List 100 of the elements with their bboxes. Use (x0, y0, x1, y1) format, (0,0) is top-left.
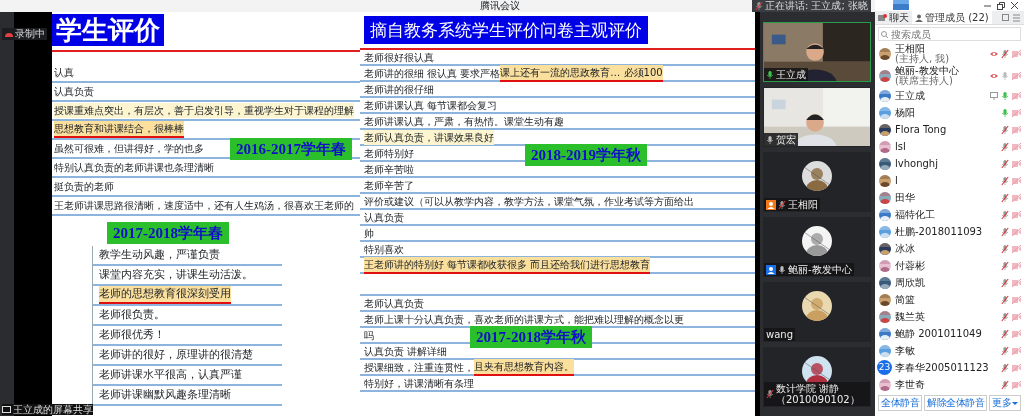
comment-text: 特别喜欢 (364, 242, 404, 257)
panel-tab[interactable]: 管理成员 (22) (912, 11, 992, 24)
comment-text: 老师讲的很细 很认真 要求严格 (364, 66, 501, 81)
comment-text: 老师讲课幽默风趣条理清晰 (99, 386, 231, 403)
avatar: 23 (877, 360, 892, 375)
participant-row[interactable]: 李敏 (879, 342, 1021, 359)
term-label: 2017-2018学年秋 (470, 326, 592, 348)
video-tile[interactable]: 王相阳 (763, 152, 871, 212)
participant-name: 王相阳 (895, 44, 926, 54)
participant-row[interactable]: 田华 (879, 189, 1021, 206)
participant-name: 王立成 (895, 90, 925, 101)
participant-row[interactable]: 简篮 (879, 291, 1021, 308)
video-tile[interactable]: 贺宏 (763, 87, 871, 147)
participant-name: lvhonghj (895, 158, 938, 169)
participant-row[interactable]: 23 李春华2005011123 (879, 359, 1021, 376)
participant-row[interactable]: 付蓉彬 (879, 257, 1021, 274)
comment-text: 老师很优秀！ (99, 326, 165, 343)
camera-off-icon (1012, 312, 1021, 321)
window-title: 腾讯会议 (480, 0, 520, 12)
comment-text: 授课重难点突出，有层次，善于启发引导，重视学生对于课程的理解 (54, 103, 354, 118)
participant-row[interactable]: 王立成 (879, 87, 1021, 104)
comment-text: 老师讲课水平很高，认真严谨 (99, 366, 242, 383)
comment-text: 教学生动风趣，严谨负责 (99, 246, 220, 263)
menu-icon (1013, 13, 1020, 22)
participant-role: (主持人, 我) (895, 54, 950, 64)
participant-row[interactable]: 鲍静 2001011049 (879, 325, 1021, 342)
participant-role: (联席主持人) (895, 76, 954, 86)
participant-name: 福特化工 (895, 209, 935, 220)
video-tile[interactable]: 王立成 (763, 22, 871, 82)
participant-name: 简篮 (895, 294, 915, 305)
participant-name: 王相阳 (788, 199, 818, 210)
comment-text: 老师认真负责 (364, 296, 424, 311)
participant-row[interactable]: 鲍丽-教发中心 (联席主持人) (879, 65, 1021, 87)
cloud-icon (4, 30, 14, 38)
participant-row[interactable]: lsl (879, 138, 1021, 155)
comment-text: 老师辛苦啦 (364, 162, 414, 177)
comment-text: 帅 (364, 226, 374, 241)
panel-button[interactable]: 解除全体静音 (924, 395, 987, 411)
share-label: 王立成的屏幕共享 (13, 404, 93, 415)
camera-off-icon (1012, 329, 1021, 338)
panel-tab[interactable]: 聊天 (875, 11, 912, 24)
participant-row[interactable]: 李世奇 (879, 376, 1021, 393)
camera-off-icon (1012, 363, 1021, 372)
participant-name: 李世奇 (895, 379, 925, 390)
comment-text: 认真 (54, 66, 74, 80)
participant-name: 魏兰英 (895, 311, 925, 322)
participant-name: 鲍静 2001011049 (895, 328, 982, 339)
participant-row[interactable]: 冰冰 (879, 240, 1021, 257)
participant-row[interactable]: 杨阳 (879, 104, 1021, 121)
term-label: 2018-2019学年秋 (525, 144, 647, 166)
comment-text: 王老师讲课思路很清晰，速度适中，还有人生鸡汤，很喜欢王老师的 (54, 199, 354, 213)
camera-off-icon (1012, 72, 1021, 80)
comment-text: 老师上课十分认真负责，喜欢老师的讲课方式，能把难以理解的概念以更 (364, 312, 684, 327)
slide-title: 学生评价 (52, 14, 164, 46)
participant-name: Flora Tong (895, 124, 947, 135)
participant-name: 李春华2005011123 (895, 362, 989, 373)
participant-row[interactable]: 福特化工 (879, 206, 1021, 223)
camera-off-icon (1012, 142, 1021, 151)
term-label: 2016-2017学年春 (230, 138, 352, 160)
participant-row[interactable]: 魏兰英 (879, 308, 1021, 325)
screen-icon (2, 405, 11, 414)
participant-row[interactable]: lvhonghj (879, 155, 1021, 172)
participant-row[interactable]: 周欣凯 (879, 274, 1021, 291)
participant-name: 冰冰 (895, 243, 915, 254)
video-tile[interactable]: wang (763, 282, 871, 342)
comment-text: 老师很好很认真 (364, 50, 434, 65)
camera-off-icon (1012, 159, 1021, 168)
comment-text: 挺负责的老师 (54, 180, 114, 194)
close-icon (1011, 2, 1018, 9)
person-icon (915, 13, 923, 22)
video-tile[interactable]: 鲍丽-教发中心 (763, 217, 871, 277)
video-tile[interactable]: 数计学院 谢静（2010090102） (763, 347, 871, 407)
slide-title: 摘自教务系统学生评价问卷主观评价 (364, 16, 648, 44)
participant-name: 王立成 (776, 69, 806, 80)
participant-name: 田华 (895, 192, 915, 203)
camera-off-icon (1012, 380, 1021, 389)
camera-off-icon (1012, 261, 1021, 270)
speaking-banner: 正在讲话: 王立成; 张晓 (751, 0, 871, 12)
comment-text: 老师讲课认真 每节课都会复习 (364, 98, 498, 113)
search-field[interactable]: 搜索成员 (878, 27, 1021, 41)
participant-row[interactable]: Flora Tong (879, 121, 1021, 138)
participant-name: 鲍丽-教发中心 (895, 66, 959, 76)
comment-text: 认真负责 (54, 85, 94, 99)
camera-off-icon (1012, 108, 1021, 117)
participant-row[interactable]: 杜鹏-2018011093 (879, 223, 1021, 240)
participant-name: wang (766, 329, 793, 340)
participant-name: 付蓉彬 (895, 260, 925, 271)
camera-off-icon (1012, 125, 1021, 134)
participant-name: lsl (895, 141, 906, 152)
camera-off-icon (1012, 244, 1021, 253)
panel-button[interactable]: 全体静音 (878, 395, 922, 411)
comment-text: 老师很负责。 (99, 306, 165, 323)
camera-off-icon (1012, 176, 1021, 185)
comment-text: 思想教育和讲课结合，很棒棒 (54, 121, 184, 138)
participant-row[interactable]: 王相阳 (主持人, 我) (879, 43, 1021, 65)
panel-button[interactable]: 更多 (989, 395, 1021, 411)
participant-row[interactable]: l (879, 172, 1021, 189)
camera-off-icon (1012, 50, 1021, 58)
comment-text: 认真负责 (364, 210, 404, 225)
comment-text: 吗 (364, 328, 374, 343)
